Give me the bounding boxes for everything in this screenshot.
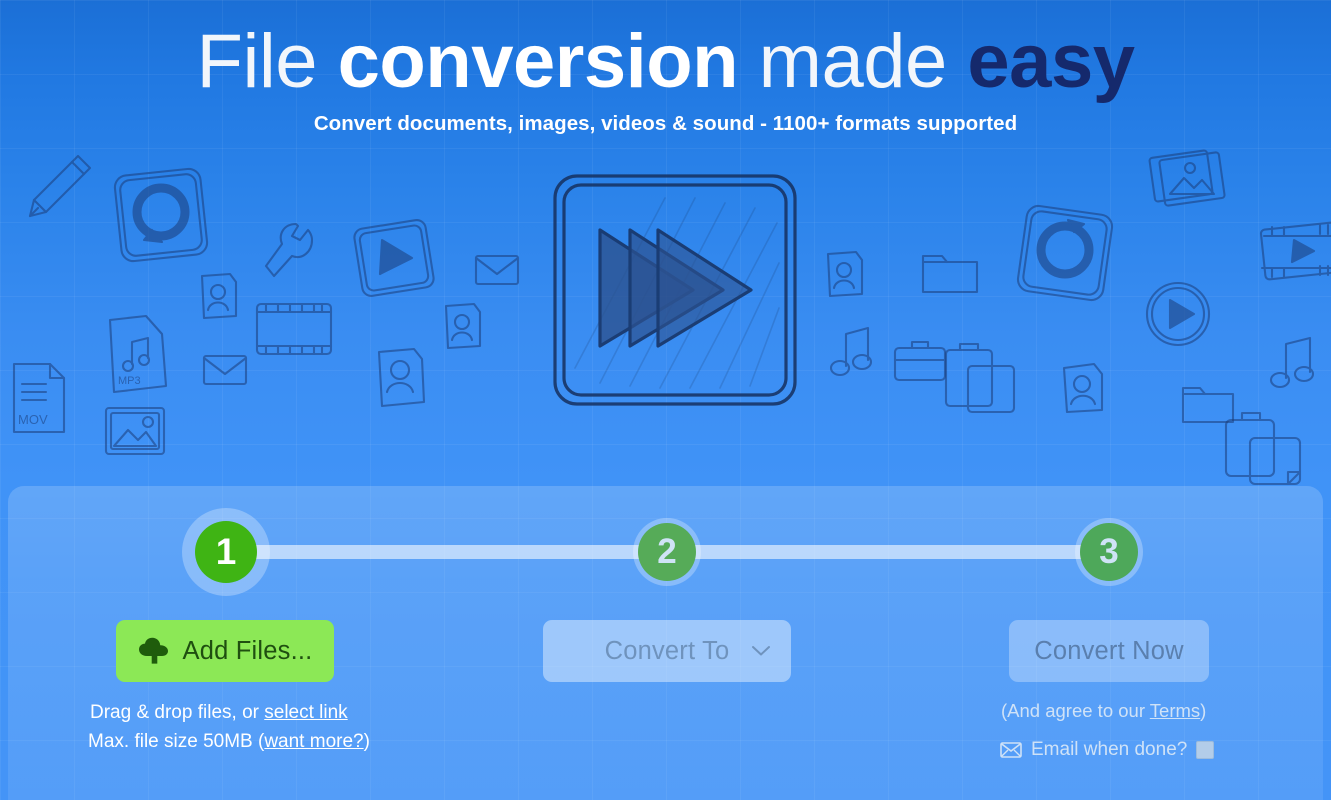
page-subtitle: Convert documents, images, videos & soun… <box>313 112 1018 135</box>
photos-stack-icon <box>1148 149 1226 207</box>
max-file-size-hint: Max. file size 50MB (want more?) <box>88 731 370 753</box>
fast-forward-icon <box>553 174 797 406</box>
folder-icon <box>921 254 979 294</box>
wrench-icon <box>264 222 314 278</box>
stepper-track-2-3 <box>667 545 1109 559</box>
step-indicator-1[interactable]: 1 <box>195 521 257 583</box>
convert-to-dropdown[interactable]: Convert To <box>543 620 791 682</box>
headline-part-3: made <box>738 19 968 104</box>
clipboard-copy-icon <box>1224 411 1302 486</box>
music-note-icon <box>1269 336 1315 389</box>
email-when-done-checkbox[interactable] <box>1196 741 1215 759</box>
email-when-done-row: Email when done? <box>1000 739 1215 761</box>
film-strip-icon <box>255 302 333 356</box>
add-files-label: Add Files... <box>182 636 313 665</box>
add-files-button[interactable]: Add Files... <box>116 620 334 682</box>
terms-prefix: (And agree to our <box>1001 700 1150 721</box>
select-link[interactable]: select link <box>264 702 347 723</box>
convert-now-button[interactable]: Convert Now <box>1009 620 1209 682</box>
email-when-done-label: Email when done? <box>1031 739 1188 760</box>
briefcase-icon <box>893 340 947 382</box>
envelope-icon <box>1000 742 1022 758</box>
refresh-square-icon <box>113 167 209 263</box>
contact-card-icon <box>200 272 238 320</box>
pencil-icon <box>28 154 92 218</box>
page-title: File conversion made easy <box>0 16 1331 108</box>
headline-part-1: File <box>196 19 338 104</box>
play-circle-icon <box>1145 281 1211 347</box>
headline-part-2: conversion <box>337 19 739 104</box>
cloud-upload-icon <box>138 637 168 664</box>
stepper-track-1-2 <box>225 545 667 559</box>
want-more-link[interactable]: want more? <box>264 731 363 752</box>
envelope-icon <box>474 254 520 286</box>
clipboard-copy-icon <box>944 342 1016 414</box>
folder-icon <box>1181 386 1235 424</box>
terms-suffix: ) <box>1200 700 1207 721</box>
convert-now-label: Convert Now <box>1034 636 1184 665</box>
drag-drop-prefix: Drag & drop files, or <box>90 702 265 723</box>
terms-link[interactable]: Terms <box>1150 700 1200 721</box>
refresh-square-icon <box>1016 204 1114 302</box>
envelope-icon <box>202 354 248 386</box>
headline-part-4: easy <box>967 19 1135 104</box>
max-size-suffix: ) <box>363 731 370 752</box>
mov-file-icon: MOV <box>12 362 66 434</box>
play-square-icon <box>353 219 435 297</box>
image-frame-icon <box>104 406 166 456</box>
step-indicator-2[interactable]: 2 <box>638 523 696 581</box>
svg-text:MOV: MOV <box>18 412 48 427</box>
convert-to-label: Convert To <box>604 636 730 665</box>
svg-text:MP3: MP3 <box>118 375 141 387</box>
film-strip-icon <box>1259 221 1331 281</box>
contact-card-icon <box>377 347 426 408</box>
terms-hint: (And agree to our Terms) <box>1001 700 1206 722</box>
contact-card-icon <box>826 250 864 298</box>
contact-card-icon <box>444 302 482 350</box>
contact-card-icon <box>1062 362 1104 414</box>
max-size-prefix: Max. file size 50MB ( <box>88 731 265 752</box>
step-indicator-3[interactable]: 3 <box>1080 523 1138 581</box>
chevron-down-icon <box>752 646 770 656</box>
mp3-file-icon: MP3 <box>108 314 168 394</box>
headline-block: File conversion made easy <box>0 16 1331 108</box>
page-root: MOV MP3 File conversion made easy Conver… <box>0 0 1331 800</box>
drag-drop-hint: Drag & drop files, or select link <box>90 702 348 724</box>
music-note-icon <box>829 326 873 377</box>
